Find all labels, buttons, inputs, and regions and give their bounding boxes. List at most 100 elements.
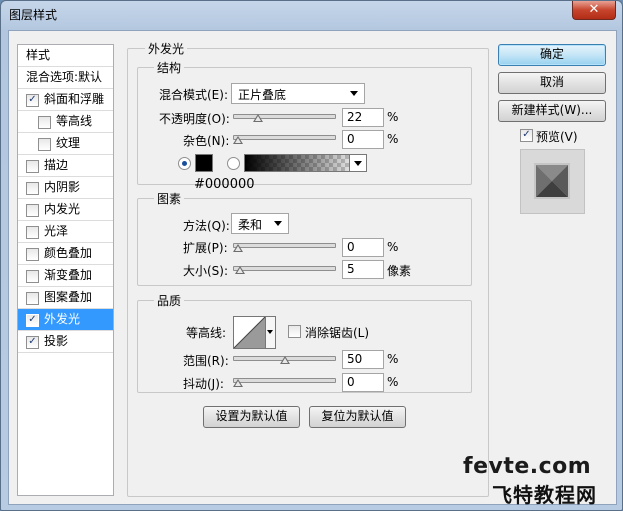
title-bar[interactable]: 图层样式 ✕: [1, 1, 622, 29]
spread-slider-thumb[interactable]: [233, 244, 243, 252]
jitter-label: 抖动(J):: [183, 377, 224, 391]
sidebar-item-label: 内发光: [44, 202, 81, 216]
contour-curve-icon: [234, 317, 265, 348]
jitter-input[interactable]: 0: [342, 373, 384, 392]
ok-button[interactable]: 确定: [498, 44, 606, 66]
sidebar-item-label: 内阴影: [44, 180, 81, 194]
sidebar-item[interactable]: ✓ 外发光: [18, 309, 113, 330]
size-unit: 像素: [387, 264, 412, 278]
chevron-down-icon: [350, 91, 358, 96]
new-style-button[interactable]: 新建样式(W)...: [498, 100, 606, 122]
sidebar-item-label: 投影: [44, 334, 69, 348]
quality-title: 品质: [154, 292, 185, 309]
sidebar-item-label: 颜色叠加: [44, 246, 93, 260]
gradient-dropdown[interactable]: [349, 154, 367, 172]
percent-unit: %: [387, 110, 399, 124]
style-checkbox[interactable]: [38, 138, 51, 151]
range-input[interactable]: 50: [342, 350, 384, 369]
close-button[interactable]: ✕: [572, 1, 616, 20]
size-label: 大小(S):: [183, 264, 229, 278]
sidebar-item[interactable]: 内阴影: [18, 177, 113, 198]
sidebar-item[interactable]: 光泽: [18, 221, 113, 242]
range-slider-thumb[interactable]: [279, 356, 290, 364]
glow-color-hex: #000000: [194, 177, 255, 192]
solid-color-radio[interactable]: [178, 157, 191, 170]
noise-slider-thumb[interactable]: [233, 136, 243, 144]
method-select[interactable]: 柔和: [231, 213, 289, 234]
contour-label: 等高线:: [186, 326, 227, 340]
blend-mode-select[interactable]: 正片叠底: [231, 83, 365, 104]
sidebar-item-label: 光泽: [44, 224, 69, 238]
gradient-picker[interactable]: [244, 154, 365, 172]
preview-swatch-icon: [534, 163, 570, 199]
percent-unit: %: [387, 375, 399, 389]
size-slider-thumb[interactable]: [234, 266, 245, 274]
sidebar-item[interactable]: 纹理: [18, 133, 113, 154]
gradient-radio[interactable]: [227, 157, 240, 170]
sidebar-item[interactable]: 颜色叠加: [18, 243, 113, 264]
style-checkbox[interactable]: [26, 292, 39, 305]
layer-style-dialog: 图层样式 ✕ 样式 混合选项:默认 ✓ 斜面和浮雕等高线纹理描边内阴影内发光光泽颜…: [0, 0, 623, 511]
chevron-down-icon: [267, 330, 273, 334]
sidebar-item-label: 渐变叠加: [44, 268, 93, 282]
style-checkbox[interactable]: ✓: [26, 314, 39, 327]
dialog-body: 样式 混合选项:默认 ✓ 斜面和浮雕等高线纹理描边内阴影内发光光泽颜色叠加渐变叠加…: [8, 30, 617, 505]
opacity-slider-thumb[interactable]: [253, 114, 264, 122]
cancel-button[interactable]: 取消: [498, 72, 606, 94]
opacity-input[interactable]: 22: [342, 108, 384, 127]
range-label: 范围(R):: [183, 354, 229, 368]
percent-unit: %: [387, 240, 399, 254]
style-checkbox[interactable]: [38, 116, 51, 129]
noise-slider[interactable]: [233, 135, 336, 140]
sidebar-item[interactable]: ✓ 投影: [18, 331, 113, 352]
noise-input[interactable]: 0: [342, 130, 384, 149]
sidebar-item[interactable]: 描边: [18, 155, 113, 176]
sidebar-header-styles[interactable]: 样式: [18, 45, 113, 66]
sidebar-item-label: 斜面和浮雕: [44, 92, 105, 106]
sidebar-item-label: 描边: [44, 158, 69, 172]
preview-checkbox[interactable]: ✓: [520, 129, 533, 142]
style-checkbox[interactable]: [26, 248, 39, 261]
reset-default-button[interactable]: 复位为默认值: [309, 406, 406, 428]
sidebar-item[interactable]: 渐变叠加: [18, 265, 113, 286]
make-default-button[interactable]: 设置为默认值: [203, 406, 300, 428]
antialias-checkbox[interactable]: [288, 325, 301, 338]
sidebar-item-label: 图案叠加: [44, 290, 93, 304]
watermark-site: fevte.com: [463, 454, 592, 479]
preview-label: 预览(V): [536, 130, 578, 144]
sidebar-item[interactable]: 内发光: [18, 199, 113, 220]
chevron-down-icon: [354, 161, 362, 166]
opacity-slider[interactable]: [233, 114, 336, 119]
watermark-brand: 飞特教程网: [492, 483, 597, 507]
style-list: 样式 混合选项:默认 ✓ 斜面和浮雕等高线纹理描边内阴影内发光光泽颜色叠加渐变叠加…: [17, 44, 114, 496]
antialias-label: 消除锯齿(L): [305, 326, 370, 340]
style-checkbox[interactable]: [26, 226, 39, 239]
opacity-label: 不透明度(O):: [159, 112, 230, 126]
style-checkbox[interactable]: ✓: [26, 94, 39, 107]
spread-input[interactable]: 0: [342, 238, 384, 257]
style-checkbox[interactable]: [26, 160, 39, 173]
size-input[interactable]: 5: [342, 260, 384, 279]
glow-color-swatch[interactable]: [195, 154, 213, 172]
contour-dropdown[interactable]: [266, 316, 276, 349]
style-checkbox[interactable]: [26, 182, 39, 195]
sidebar-item-label: 外发光: [44, 312, 81, 326]
style-checkbox[interactable]: ✓: [26, 336, 39, 349]
sidebar-item[interactable]: 图案叠加: [18, 287, 113, 308]
spread-slider[interactable]: [233, 243, 336, 248]
sidebar-item[interactable]: 等高线: [18, 111, 113, 132]
jitter-slider-thumb[interactable]: [233, 379, 243, 387]
jitter-slider[interactable]: [233, 378, 336, 383]
blend-mode-label: 混合模式(E):: [159, 88, 228, 102]
style-checkbox[interactable]: [26, 270, 39, 283]
size-slider[interactable]: [233, 266, 336, 271]
style-checkbox[interactable]: [26, 204, 39, 217]
sidebar-item-blend-options[interactable]: 混合选项:默认: [18, 67, 113, 88]
contour-thumbnail[interactable]: [233, 316, 266, 349]
sidebar-item-label: 纹理: [56, 136, 81, 150]
sidebar-item-label: 等高线: [56, 114, 93, 128]
divider: [18, 352, 113, 353]
method-label: 方法(Q):: [183, 219, 230, 233]
percent-unit: %: [387, 352, 399, 366]
sidebar-item[interactable]: ✓ 斜面和浮雕: [18, 89, 113, 110]
